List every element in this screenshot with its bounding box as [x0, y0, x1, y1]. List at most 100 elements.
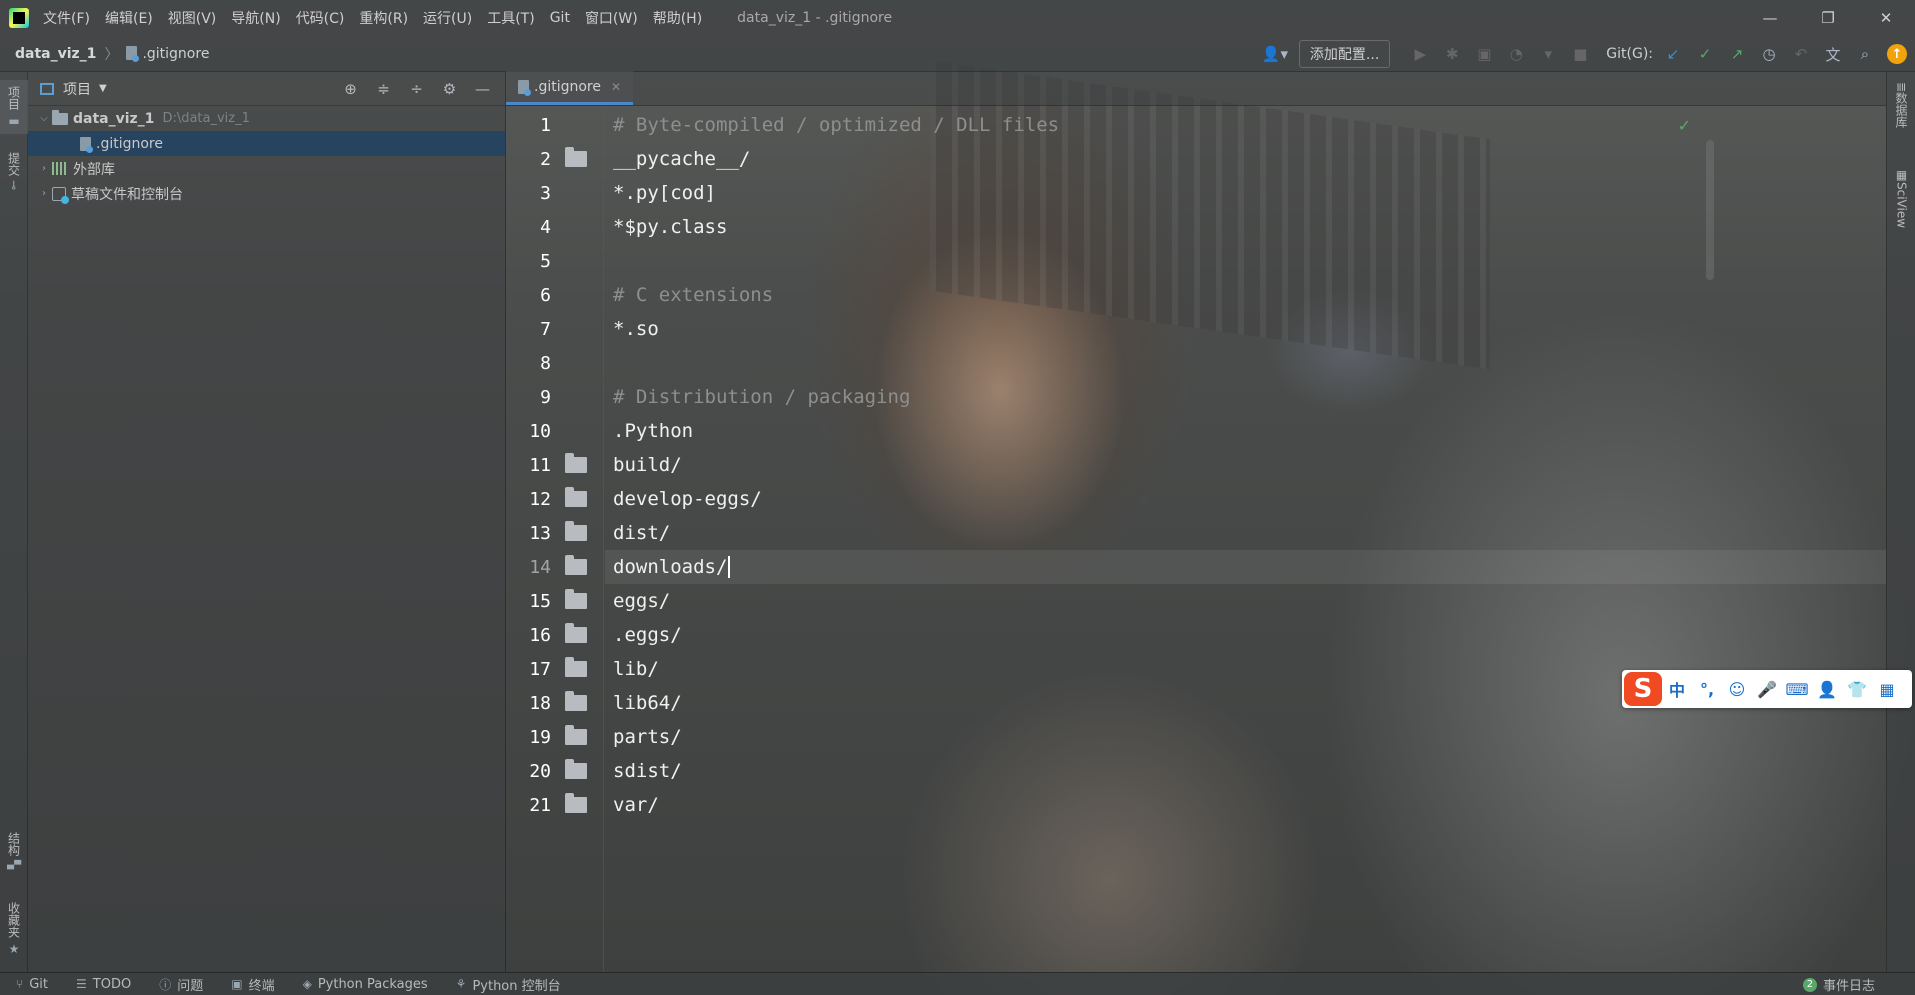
tool-tab-terminal[interactable]: ▣ 终端 — [231, 975, 274, 994]
gutter-line[interactable]: 10 — [506, 414, 604, 448]
gutter-line[interactable]: 15 — [506, 584, 604, 618]
gutter-line[interactable]: 5 — [506, 244, 604, 278]
project-panel-title[interactable]: 项目 — [63, 79, 91, 99]
code-line[interactable]: __pycache__/ — [613, 142, 750, 176]
git-rollback-icon[interactable]: ↶ — [1785, 45, 1817, 63]
chevron-down-icon[interactable]: ⌵ — [36, 113, 52, 124]
gutter-line[interactable]: 2 — [506, 142, 604, 176]
profile-icon[interactable]: ◔ — [1500, 45, 1532, 63]
gutter-line[interactable]: 13 — [506, 516, 604, 550]
code-comment-line[interactable]: # Byte-compiled / optimized / DLL files — [613, 108, 1059, 142]
gutter-line[interactable]: 6 — [506, 278, 604, 312]
code-area[interactable]: 1 2 3 4 5 6 7 8 9 10 11 12 13 14 15 16 17 18 19 20 21 # Byte… — [506, 106, 1886, 972]
menu-run[interactable]: 运行(U) — [423, 8, 472, 28]
gutter-line[interactable]: 21 — [506, 788, 604, 822]
gutter-line[interactable]: 20 — [506, 754, 604, 788]
ime-user-icon[interactable]: 👤 — [1812, 680, 1842, 699]
search-icon[interactable]: ⌕ — [1849, 45, 1881, 63]
menu-view[interactable]: 视图(V) — [168, 8, 217, 28]
gear-icon[interactable]: ⚙ — [433, 80, 466, 98]
ide-update-icon[interactable]: ↑ — [1887, 44, 1907, 64]
expand-all-icon[interactable]: ≑ — [367, 80, 400, 98]
tool-tab-favorites[interactable]: 收藏夹 ★ — [0, 902, 28, 956]
menu-tools[interactable]: 工具(T) — [487, 8, 534, 28]
gutter-line[interactable]: 14 — [506, 550, 604, 584]
git-commit-icon[interactable]: ✓ — [1689, 45, 1721, 63]
gutter-line[interactable]: 18 — [506, 686, 604, 720]
hide-panel-icon[interactable]: — — [466, 80, 499, 98]
editor-scrollbar[interactable] — [1706, 106, 1714, 972]
tool-tab-database[interactable]: ≣ 数据库 — [1887, 82, 1915, 128]
tab-gitignore[interactable]: .gitignore ✕ — [506, 71, 634, 105]
menu-navigate[interactable]: 导航(N) — [231, 8, 280, 28]
tool-tab-python-console[interactable]: ⚘ Python 控制台 — [456, 975, 561, 994]
code-line[interactable]: .Python — [613, 414, 693, 448]
gutter-line[interactable]: 19 — [506, 720, 604, 754]
event-log-button[interactable]: 2 事件日志 — [1802, 973, 1875, 995]
chevron-down-icon[interactable]: ▼ — [99, 83, 107, 94]
code-line[interactable]: develop-eggs/ — [613, 482, 762, 516]
close-button[interactable]: ✕ — [1857, 0, 1915, 36]
gutter-line[interactable]: 7 — [506, 312, 604, 346]
tree-item-external-libraries[interactable]: › 外部库 — [28, 156, 505, 181]
code-line[interactable]: parts/ — [613, 720, 682, 754]
code-line[interactable]: lib64/ — [613, 686, 682, 720]
menu-refactor[interactable]: 重构(R) — [359, 8, 408, 28]
more-run-options-icon[interactable]: ▾ — [1532, 45, 1564, 63]
gutter-line[interactable]: 17 — [506, 652, 604, 686]
code-comment-line[interactable]: # Distribution / packaging — [613, 380, 910, 414]
code-line[interactable]: *.so — [613, 312, 659, 346]
tool-tab-problems[interactable]: ⓘ 问题 — [159, 975, 203, 994]
gutter[interactable]: 1 2 3 4 5 6 7 8 9 10 11 12 13 14 15 16 17 18 19 20 21 — [506, 106, 604, 972]
ime-chinese-mode-icon[interactable]: 中 — [1662, 677, 1692, 701]
code-line[interactable]: .eggs/ — [613, 618, 682, 652]
gutter-line[interactable]: 8 — [506, 346, 604, 380]
close-icon[interactable]: ✕ — [611, 80, 621, 94]
menu-window[interactable]: 窗口(W) — [585, 8, 638, 28]
code-line[interactable]: var/ — [613, 788, 659, 822]
gutter-line[interactable]: 12 — [506, 482, 604, 516]
gutter-line[interactable]: 3 — [506, 176, 604, 210]
minimize-button[interactable]: — — [1741, 0, 1799, 36]
ime-emoji-icon[interactable]: ☺ — [1722, 680, 1752, 699]
menu-help[interactable]: 帮助(H) — [653, 8, 702, 28]
code-line[interactable]: *.py[cod] — [613, 176, 716, 210]
restore-button[interactable]: ❐ — [1799, 0, 1857, 36]
tool-tab-todo[interactable]: ☰ TODO — [76, 977, 131, 992]
ime-toolbar[interactable]: S 中 °, ☺ 🎤 ⌨ 👤 👕 ▦ — [1622, 670, 1912, 708]
chevron-right-icon[interactable]: › — [36, 188, 52, 199]
code-line[interactable]: dist/ — [613, 516, 670, 550]
user-icon[interactable]: 👤▾ — [1259, 45, 1291, 63]
git-push-icon[interactable]: ↗ — [1721, 45, 1753, 63]
gutter-line[interactable]: 9 — [506, 380, 604, 414]
code-line[interactable]: eggs/ — [613, 584, 670, 618]
tree-item-scratches[interactable]: › 草稿文件和控制台 — [28, 181, 505, 206]
add-configuration-button[interactable]: 添加配置... — [1298, 40, 1391, 68]
ime-toolbox-icon[interactable]: ▦ — [1872, 680, 1902, 699]
tool-tab-structure[interactable]: 结构 ▚ — [0, 832, 28, 869]
menu-git[interactable]: Git — [550, 10, 570, 26]
translate-icon[interactable]: 文 — [1817, 44, 1849, 65]
code-line[interactable]: build/ — [613, 448, 682, 482]
ime-voice-icon[interactable]: 🎤 — [1752, 680, 1782, 699]
stop-icon[interactable]: ■ — [1564, 45, 1596, 63]
tool-tab-project[interactable]: 项目 ▬ — [0, 80, 28, 134]
inspection-ok-icon[interactable]: ✓ — [1678, 116, 1691, 135]
tool-tab-sciview[interactable]: ▦ SciView — [1887, 168, 1915, 228]
code-line[interactable]: downloads/ — [613, 550, 731, 584]
coverage-icon[interactable]: ▣ — [1468, 45, 1500, 63]
locate-file-icon[interactable]: ⊕ — [334, 80, 367, 98]
ime-skin-icon[interactable]: 👕 — [1842, 680, 1872, 699]
ime-keyboard-icon[interactable]: ⌨ — [1782, 680, 1812, 699]
menu-edit[interactable]: 编辑(E) — [105, 8, 153, 28]
collapse-all-icon[interactable]: ÷ — [400, 80, 433, 98]
git-update-icon[interactable]: ↙ — [1657, 45, 1689, 63]
menu-file[interactable]: 文件(F) — [43, 8, 90, 28]
code-line[interactable]: *$py.class — [613, 210, 727, 244]
breadcrumb-file[interactable]: .gitignore — [126, 45, 209, 62]
code-line[interactable]: lib/ — [613, 652, 659, 686]
menu-code[interactable]: 代码(C) — [296, 8, 345, 28]
chevron-right-icon[interactable]: › — [36, 163, 52, 174]
gutter-line[interactable]: 16 — [506, 618, 604, 652]
breadcrumb-project[interactable]: data_viz_1 — [15, 46, 96, 62]
